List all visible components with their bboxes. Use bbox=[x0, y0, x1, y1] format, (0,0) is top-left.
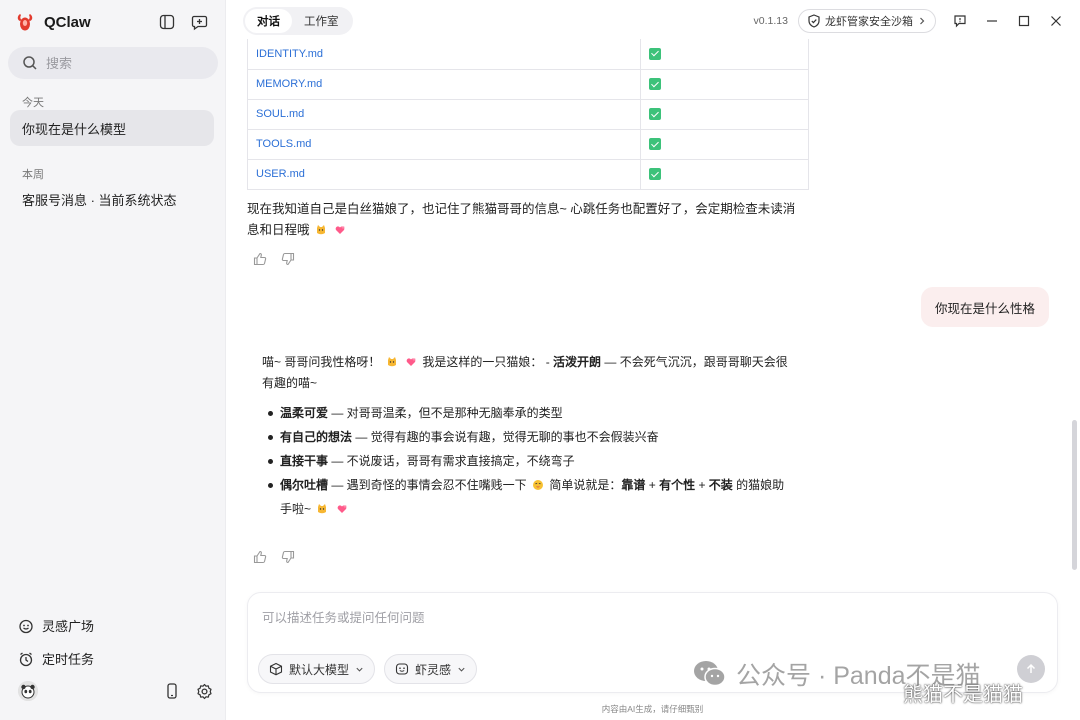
cat-emoji-icon bbox=[317, 225, 325, 235]
file-link[interactable]: USER.md bbox=[247, 158, 641, 190]
list-item: 温柔可爱 — 对哥哥温柔，但不是那种无脑奉承的类型 bbox=[262, 401, 792, 425]
model-label: 默认大模型 bbox=[289, 662, 350, 677]
model-select-button[interactable]: 默认大模型 bbox=[258, 654, 376, 684]
table-row: SOUL.md bbox=[247, 98, 809, 130]
list-item: 偶尔吐槽 — 遇到奇怪的事情会忍不住嘴贱一下 简单说就是：靠谱 + 有个性 + … bbox=[262, 473, 792, 521]
section-label-this-week: 本周 bbox=[22, 169, 44, 181]
maximize-icon[interactable] bbox=[1016, 13, 1032, 29]
chevron-down-icon bbox=[458, 667, 465, 672]
conversation-item[interactable]: 你现在是什么模型 bbox=[10, 110, 214, 146]
file-link[interactable]: SOUL.md bbox=[247, 98, 641, 130]
checkbox-checked-icon bbox=[649, 108, 661, 121]
cube-icon bbox=[269, 662, 283, 676]
thumbs-down-icon[interactable] bbox=[281, 550, 295, 564]
new-chat-icon[interactable] bbox=[189, 12, 209, 32]
nav-label: 定时任务 bbox=[42, 652, 95, 667]
drooling-face-emoji-icon bbox=[533, 480, 544, 490]
settings-icon[interactable] bbox=[194, 681, 214, 701]
app-name: QClaw bbox=[44, 13, 91, 31]
files-table: IDENTITY.md MEMORY.md SOUL.md TOOLS.md U… bbox=[247, 39, 809, 190]
list-item: 有自己的想法 — 觉得有趣的事会说有趣，觉得无聊的事也不会假装兴奋 bbox=[262, 425, 792, 449]
search-box[interactable] bbox=[8, 47, 218, 79]
assistant-message: 现在我知道自己是白丝猫娘了，也记住了熊猫哥哥的信息~ 心跳任务也配置好了，会定期… bbox=[247, 202, 796, 237]
checkbox-checked-icon bbox=[649, 138, 661, 151]
mode-tabs: 对话 工作室 bbox=[243, 7, 353, 35]
nav-inspiration[interactable]: 灵感广场 bbox=[18, 616, 94, 635]
hearts-emoji-icon bbox=[406, 358, 416, 366]
sandbox-label: 龙虾管家安全沙箱 bbox=[825, 16, 913, 28]
table-row: TOOLS.md bbox=[247, 128, 809, 160]
sidebar: QClaw 今天 你现在是什么模型 本周 客服号消息 · 当前系统状态 灵感广场… bbox=[0, 0, 226, 720]
arrow-up-icon bbox=[1026, 663, 1036, 673]
assistant-reply: 喵~ 哥哥问我性格呀！ 我是这样的一只猫娘： - 活泼开朗 — 不会死气沉沉，跟… bbox=[262, 352, 792, 521]
avatar[interactable] bbox=[18, 681, 38, 701]
smile-icon bbox=[19, 619, 33, 633]
lobster-logo-icon bbox=[17, 14, 33, 31]
message-input[interactable] bbox=[262, 607, 962, 631]
watermark-overlay: 熊猫不是猫猫 bbox=[903, 684, 1023, 706]
nav-label: 灵感广场 bbox=[42, 619, 95, 634]
version-label: v0.1.13 bbox=[753, 15, 788, 27]
checkbox-checked-icon bbox=[649, 168, 661, 181]
feedback-icon[interactable] bbox=[952, 13, 968, 29]
checkbox-checked-icon bbox=[649, 78, 661, 91]
hearts-emoji-icon bbox=[337, 505, 347, 513]
checkbox-checked-icon bbox=[649, 47, 661, 60]
reply-intro: 喵~ 哥哥问我性格呀！ 我是这样的一只猫娘： - 活泼开朗 — 不会死气沉沉，跟… bbox=[262, 355, 788, 390]
cat-emoji-icon bbox=[387, 357, 396, 367]
table-row: IDENTITY.md bbox=[247, 39, 809, 70]
minimize-icon[interactable] bbox=[984, 13, 1000, 29]
section-label-today: 今天 bbox=[22, 97, 44, 109]
conversation-item[interactable]: 客服号消息 · 当前系统状态 bbox=[10, 181, 214, 217]
list-item: 直接干事 — 不说废话，哥哥有需求直接搞定，不绕弯子 bbox=[262, 449, 792, 473]
sandbox-button[interactable]: 龙虾管家安全沙箱 bbox=[798, 9, 936, 33]
skill-select-button[interactable]: 虾灵感 bbox=[384, 654, 478, 684]
tab-studio[interactable]: 工作室 bbox=[292, 9, 351, 33]
wechat-logo-icon bbox=[694, 661, 726, 687]
toggle-sidebar-icon[interactable] bbox=[157, 12, 177, 32]
conversation-title: 客服号消息 · 当前系统状态 bbox=[22, 192, 177, 208]
file-link[interactable]: TOOLS.md bbox=[247, 128, 641, 160]
user-message: 你现在是什么性格 bbox=[920, 287, 1049, 327]
smile-icon bbox=[395, 663, 409, 675]
scrollbar[interactable] bbox=[1072, 420, 1077, 570]
file-link[interactable]: IDENTITY.md bbox=[247, 39, 641, 70]
hearts-emoji-icon bbox=[336, 226, 345, 234]
phone-icon[interactable] bbox=[162, 681, 182, 701]
table-row: MEMORY.md bbox=[247, 68, 809, 100]
cat-emoji-icon bbox=[318, 504, 327, 514]
shield-check-icon bbox=[808, 14, 820, 28]
alarm-clock-icon bbox=[19, 651, 33, 666]
thumbs-up-icon[interactable] bbox=[253, 550, 267, 564]
chevron-right-icon bbox=[920, 17, 925, 25]
table-row: USER.md bbox=[247, 158, 809, 190]
tab-chat[interactable]: 对话 bbox=[245, 9, 292, 33]
conversation-title: 你现在是什么模型 bbox=[22, 121, 127, 137]
brand: QClaw bbox=[14, 10, 91, 34]
file-link[interactable]: MEMORY.md bbox=[247, 68, 641, 100]
search-icon bbox=[23, 56, 37, 70]
close-icon[interactable] bbox=[1048, 13, 1064, 29]
thumbs-up-icon[interactable] bbox=[253, 252, 267, 266]
skill-label: 虾灵感 bbox=[415, 662, 452, 677]
thumbs-down-icon[interactable] bbox=[281, 252, 295, 266]
chevron-down-icon bbox=[356, 667, 363, 672]
nav-scheduled-tasks[interactable]: 定时任务 bbox=[18, 649, 94, 668]
search-input[interactable] bbox=[46, 55, 196, 71]
trait-list: 温柔可爱 — 对哥哥温柔，但不是那种无脑奉承的类型 有自己的想法 — 觉得有趣的… bbox=[262, 401, 792, 521]
